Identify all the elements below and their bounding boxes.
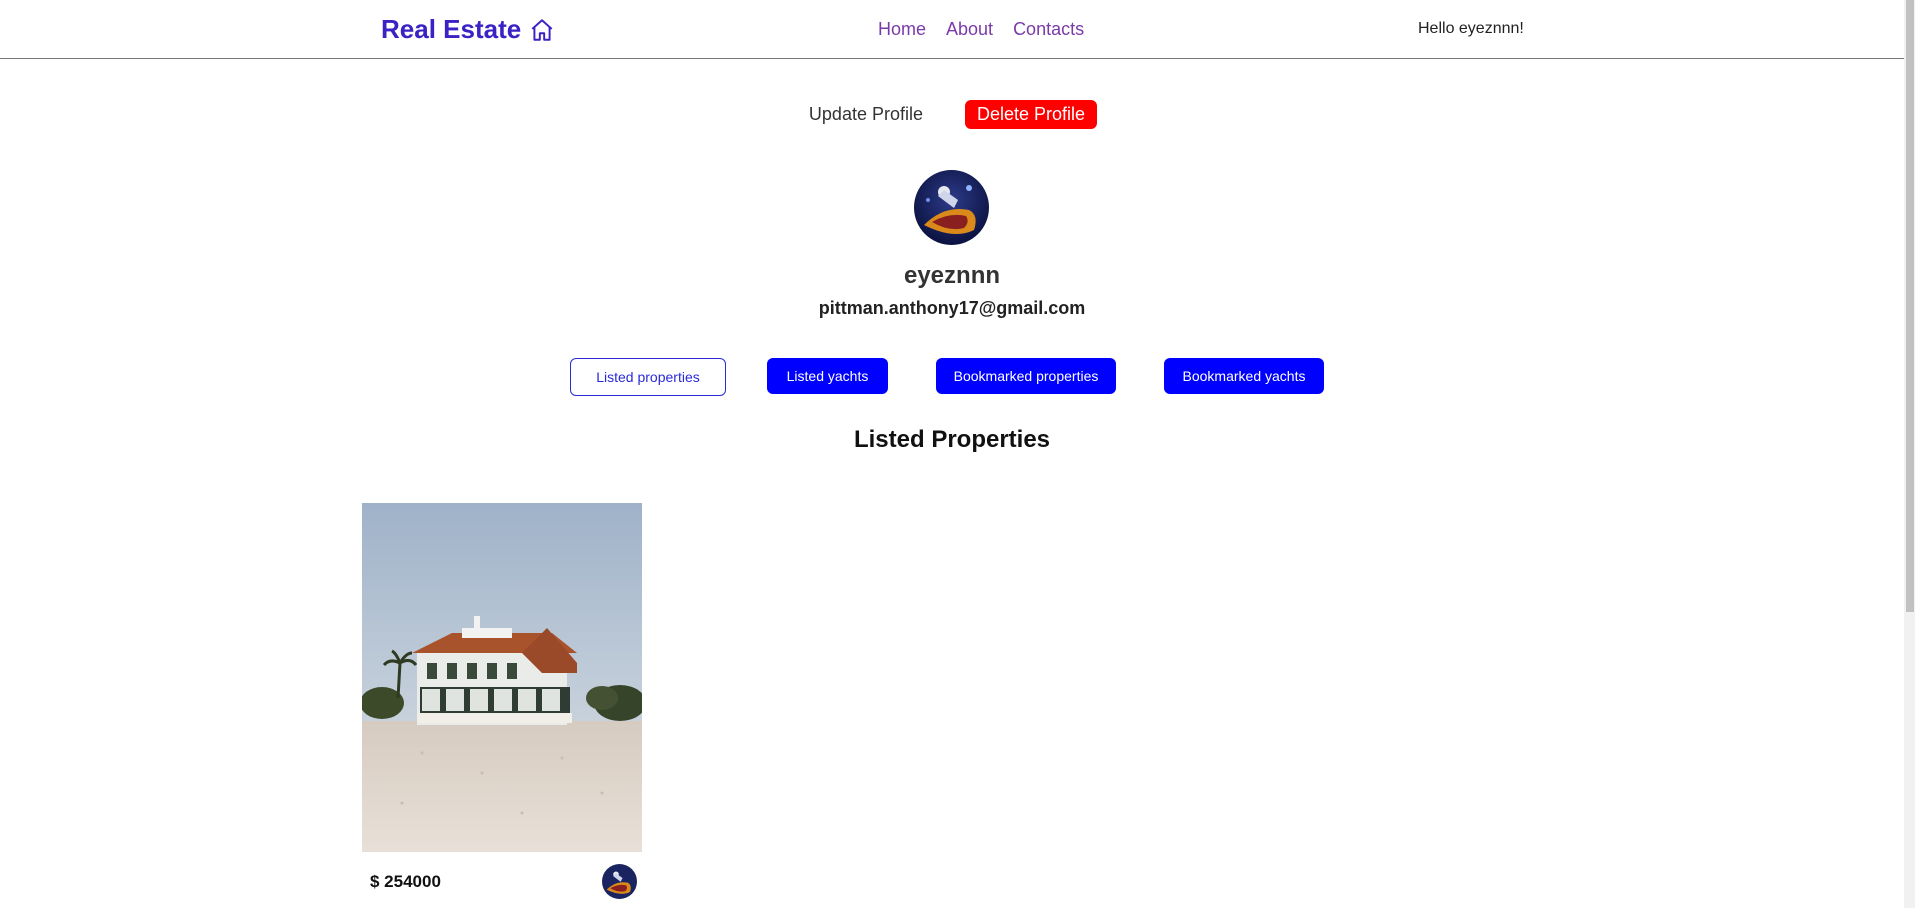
nav-link-home[interactable]: Home: [878, 19, 926, 40]
property-image[interactable]: [362, 503, 642, 852]
nav-link-about[interactable]: About: [946, 19, 993, 40]
profile-username: eyeznnn: [903, 262, 1001, 289]
property-card-footer: $ 254000: [362, 852, 642, 908]
tab-bookmarked-properties[interactable]: Bookmarked properties: [936, 358, 1116, 394]
nav-link-contacts[interactable]: Contacts: [1013, 19, 1084, 40]
brand-title[interactable]: Real Estate: [381, 14, 521, 45]
tab-bookmarked-yachts[interactable]: Bookmarked yachts: [1164, 358, 1324, 394]
property-card[interactable]: $ 254000: [362, 503, 642, 908]
main-nav: Home About Contacts: [878, 19, 1084, 40]
page-scrollbar[interactable]: [1904, 0, 1915, 908]
profile-tabs: Listed properties Listed yachts Bookmark…: [570, 358, 1324, 396]
user-greeting: Hello eyeznnn!: [1418, 20, 1524, 37]
profile-actions: Update Profile Delete Profile: [0, 100, 1904, 129]
update-profile-button[interactable]: Update Profile: [807, 100, 925, 129]
top-navbar: Real Estate Home About Contacts Hello ey…: [0, 0, 1904, 59]
tab-listed-yachts[interactable]: Listed yachts: [767, 358, 888, 394]
owner-avatar: [602, 864, 637, 899]
home-icon: [529, 17, 555, 43]
profile-email: pittman.anthony17@gmail.com: [818, 298, 1086, 318]
avatar: [914, 170, 989, 245]
section-title: Listed Properties: [853, 426, 1051, 453]
tab-listed-properties[interactable]: Listed properties: [570, 358, 726, 396]
scrollbar-thumb[interactable]: [1906, 0, 1914, 612]
brand-logo[interactable]: Real Estate: [381, 14, 555, 45]
property-price: $ 254000: [370, 872, 441, 891]
delete-profile-button[interactable]: Delete Profile: [965, 100, 1098, 129]
